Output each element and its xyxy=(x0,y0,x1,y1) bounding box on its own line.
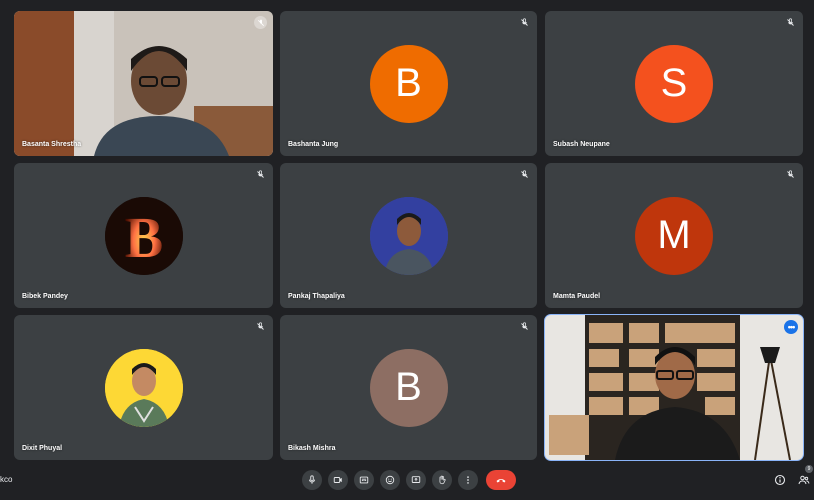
participant-tile-bikash-mishra[interactable]: B Bikash Mishra xyxy=(280,315,537,460)
mic-off-icon xyxy=(254,16,267,29)
mic-off-icon xyxy=(257,170,264,178)
end-call-icon xyxy=(496,479,506,483)
participant-tile-pankaj-thapaliya[interactable]: Pankaj Thapaliya xyxy=(280,163,537,308)
camera-icon xyxy=(333,477,342,483)
mic-off-icon xyxy=(521,322,528,330)
participant-tile-bashanta-jung[interactable]: B Bashanta Jung xyxy=(280,11,537,156)
participant-name: Bashanta Jung xyxy=(288,141,339,148)
participant-name: Bikash Mishra xyxy=(288,445,336,452)
avatar: M xyxy=(635,196,713,275)
captions-icon xyxy=(359,476,369,484)
more-options-button[interactable] xyxy=(458,470,478,490)
mic-off-icon xyxy=(521,170,528,178)
mic-icon xyxy=(309,475,315,484)
self-view-tile[interactable]: ••• xyxy=(544,314,804,461)
more-vert-icon xyxy=(467,476,469,484)
meeting-code: kco xyxy=(0,475,13,484)
info-icon[interactable] xyxy=(774,474,786,486)
raise-hand-button[interactable] xyxy=(432,470,452,490)
mic-button[interactable] xyxy=(302,470,322,490)
participant-tile-basanta-shrestha[interactable]: Basanta Shrestha xyxy=(14,11,273,156)
svg-text:B: B xyxy=(124,205,163,270)
participant-name: Bibek Pandey xyxy=(22,293,68,300)
captions-button[interactable] xyxy=(354,470,374,490)
avatar: B xyxy=(369,348,448,427)
participant-name: Dixit Phuyal xyxy=(22,445,63,452)
mic-off-icon xyxy=(521,18,528,26)
more-options-icon[interactable]: ••• xyxy=(784,320,798,334)
participant-tile-dixit-phuyal[interactable]: Dixit Phuyal xyxy=(14,315,273,460)
mic-off-icon xyxy=(787,18,794,26)
participant-name: Basanta Shrestha xyxy=(22,141,82,148)
avatar: S xyxy=(635,44,713,123)
avatar: B xyxy=(369,44,448,123)
participant-tile-subash-neupane[interactable]: S Subash Neupane xyxy=(545,11,803,156)
end-call-button[interactable] xyxy=(486,470,516,490)
mic-off-icon xyxy=(257,322,264,330)
participant-tile-mamta-paudel[interactable]: M Mamta Paudel xyxy=(545,163,803,308)
avatar-fire-letter: B xyxy=(104,196,183,275)
participant-count-badge: 9 xyxy=(805,465,813,473)
participant-name: Pankaj Thapaliya xyxy=(288,293,345,300)
mic-off-icon xyxy=(787,170,794,178)
avatar-photo xyxy=(369,196,448,275)
raise-hand-icon xyxy=(439,475,446,485)
camera-button[interactable] xyxy=(328,470,348,490)
present-icon xyxy=(411,476,421,483)
avatar-photo xyxy=(104,348,183,427)
participant-video xyxy=(14,11,273,156)
participant-name: Subash Neupane xyxy=(553,141,610,148)
emoji-button[interactable] xyxy=(380,470,400,490)
participant-tile-bibek-pandey[interactable]: B Bibek Pandey xyxy=(14,163,273,308)
participant-name: Mamta Paudel xyxy=(553,293,601,300)
present-button[interactable] xyxy=(406,470,426,490)
self-video xyxy=(545,315,803,460)
emoji-icon xyxy=(385,475,395,485)
people-icon[interactable] xyxy=(798,474,810,486)
